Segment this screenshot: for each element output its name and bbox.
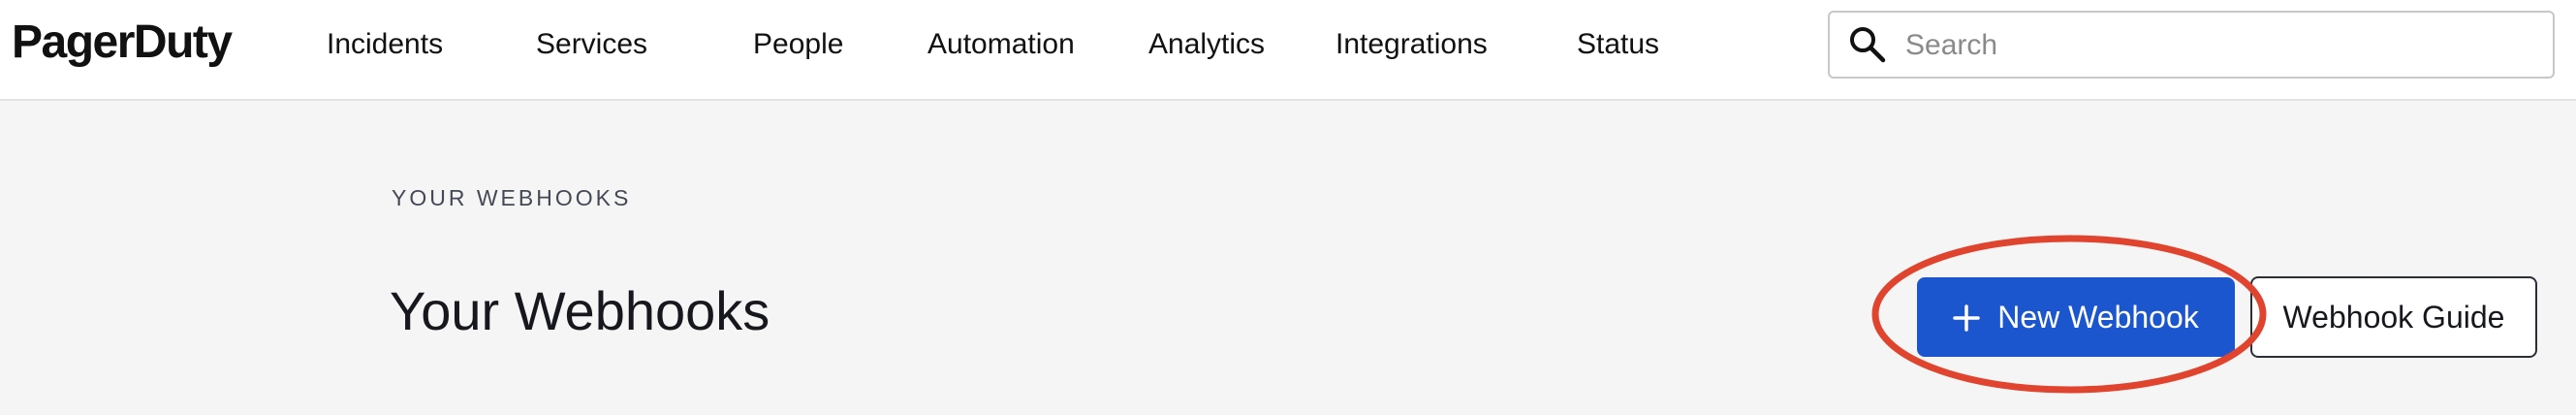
nav-item-incidents[interactable]: Incidents — [327, 27, 443, 62]
pagerduty-logo[interactable]: PagerDuty — [12, 16, 233, 70]
top-navigation-bar: PagerDuty Incidents Services People Auto… — [0, 0, 2576, 101]
page-eyebrow: YOUR WEBHOOKS — [392, 185, 632, 210]
new-webhook-button[interactable]: New Webhook — [1917, 277, 2235, 357]
new-webhook-button-label: New Webhook — [1997, 299, 2199, 335]
nav-item-integrations[interactable]: Integrations — [1335, 27, 1488, 62]
webhook-guide-button[interactable]: Webhook Guide — [2250, 276, 2537, 358]
nav-item-people[interactable]: People — [753, 27, 843, 62]
nav-item-status[interactable]: Status — [1577, 27, 1659, 62]
plus-icon — [1953, 303, 1980, 332]
search-input[interactable] — [1905, 22, 2526, 69]
nav-item-automation[interactable]: Automation — [927, 27, 1075, 62]
search-icon[interactable] — [1847, 24, 1888, 65]
search-box[interactable] — [1828, 11, 2555, 79]
nav-item-analytics[interactable]: Analytics — [1148, 27, 1265, 62]
page-title: Your Webhooks — [390, 280, 770, 341]
nav-item-services[interactable]: Services — [536, 27, 647, 62]
